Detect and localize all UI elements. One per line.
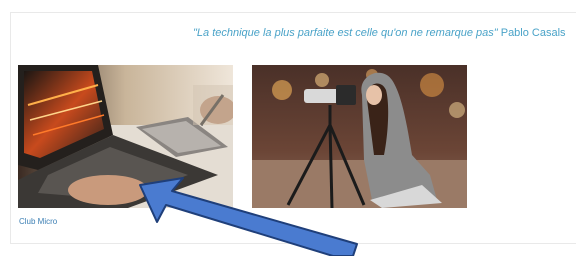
quote-text: "La technique la plus parfaite est celle… <box>193 27 498 39</box>
photographer-photo[interactable] <box>252 65 467 208</box>
quote-line: "La technique la plus parfaite est celle… <box>193 27 566 39</box>
quote-author: Pablo Casals <box>497 27 566 39</box>
club-micro-link[interactable]: Club Micro <box>19 217 57 226</box>
laptop-photo[interactable] <box>18 65 233 208</box>
